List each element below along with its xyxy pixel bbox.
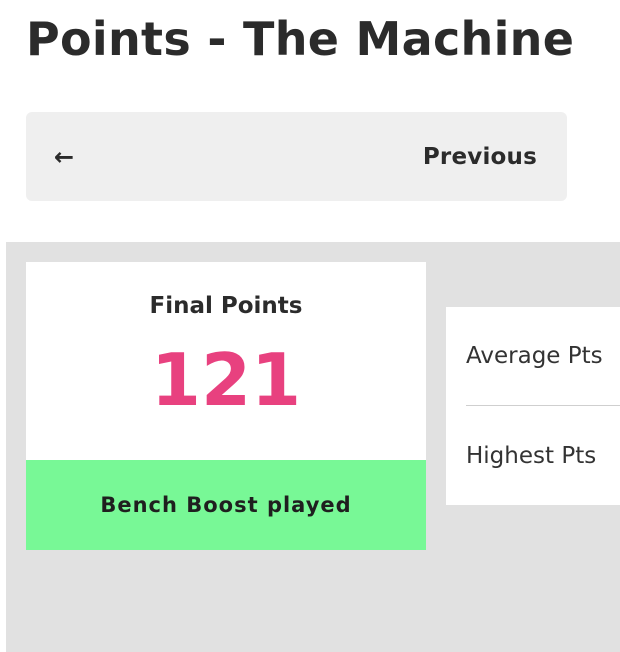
stat-row-highest[interactable]: Highest Pts bbox=[466, 406, 620, 505]
previous-button[interactable]: ← Previous bbox=[26, 112, 567, 201]
points-stats-card: Average Pts Highest Pts bbox=[446, 307, 620, 505]
chip-played-banner: Bench Boost played bbox=[26, 460, 426, 550]
final-points-value: 121 bbox=[150, 338, 302, 422]
chip-played-label: Bench Boost played bbox=[100, 493, 352, 517]
final-points-card: Final Points 121 Bench Boost played bbox=[26, 262, 426, 550]
page-title: Points - The Machine bbox=[26, 12, 575, 66]
scoreboard: Final Points 121 Bench Boost played Aver… bbox=[6, 242, 620, 652]
previous-button-label: Previous bbox=[422, 143, 537, 170]
stat-row-average[interactable]: Average Pts bbox=[466, 307, 620, 406]
arrow-left-icon: ← bbox=[54, 142, 75, 171]
average-points-label: Average Pts bbox=[466, 343, 603, 369]
final-points-label: Final Points bbox=[149, 293, 303, 319]
highest-points-label: Highest Pts bbox=[466, 442, 597, 469]
